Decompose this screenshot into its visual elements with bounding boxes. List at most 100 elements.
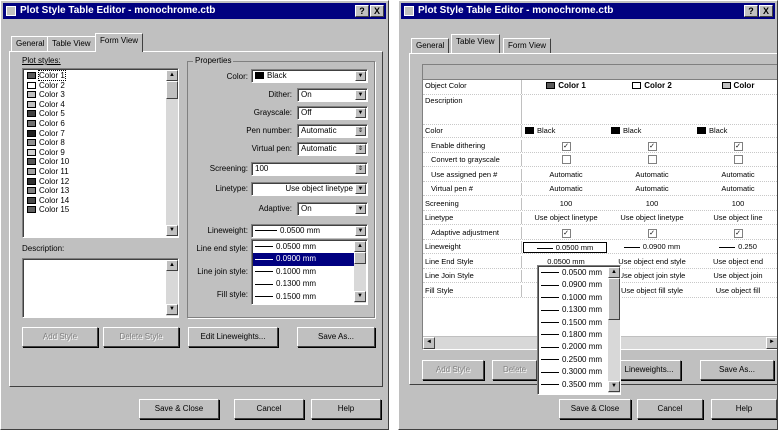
screening-spinner[interactable]: 100 ⇕ [251, 162, 368, 176]
dither-dropdown[interactable]: On ▼ [297, 88, 368, 102]
table-cell[interactable]: Automatic [523, 170, 609, 179]
table-cell[interactable]: ✓ [609, 141, 695, 151]
lineweight-option[interactable]: 0.1800 mm [539, 329, 608, 341]
scroll-thumb[interactable] [354, 252, 366, 264]
scroll-up-button[interactable]: ▲ [608, 267, 620, 278]
add-style-button[interactable]: Add Style [22, 327, 98, 347]
lineweight-option[interactable]: 0.1500 mm [539, 317, 608, 329]
table-cell[interactable]: Automatic [609, 170, 695, 179]
lineweight-option[interactable]: 0.1500 mm [253, 291, 354, 303]
close-title-button[interactable]: X [370, 5, 384, 17]
lineweight-option[interactable]: 0.3000 mm [539, 366, 608, 378]
checkbox[interactable] [561, 155, 571, 164]
close-title-button[interactable]: X [759, 5, 773, 17]
scroll-down-button[interactable]: ▼ [354, 291, 366, 302]
table-cell[interactable]: ✓ [523, 228, 609, 238]
table-cell[interactable]: 100 [523, 199, 609, 208]
table-cell[interactable]: Automatic [695, 170, 777, 179]
lineweight-option[interactable]: 0.0500 mm [253, 241, 354, 253]
plot-style-item[interactable]: Color 10 [25, 157, 163, 167]
column-header-cell[interactable]: Color 2 [609, 81, 695, 90]
table-cell[interactable]: 0.250 [695, 242, 777, 251]
tab-general[interactable]: General [11, 36, 50, 52]
checkbox[interactable] [647, 155, 657, 164]
table-cell[interactable]: Use object fill [695, 286, 777, 295]
checkbox[interactable]: ✓ [561, 228, 571, 238]
checkbox[interactable]: ✓ [647, 228, 657, 238]
table-cell[interactable] [523, 155, 609, 166]
chevron-down-icon[interactable]: ▼ [355, 71, 366, 81]
edit-lineweights-button[interactable]: Lineweights... [617, 360, 681, 380]
table-cell[interactable] [609, 155, 695, 166]
lineweight-dropdown-list[interactable]: 0.0500 mm 0.0900 mm 0.1000 mm 0.1300 mm 0.15… [537, 265, 621, 395]
table-cell[interactable]: Black [609, 126, 695, 135]
plot-style-item[interactable]: Color 12 [25, 177, 163, 187]
tab-table-view[interactable]: Table View [451, 34, 500, 53]
lineweight-dropdown[interactable]: 0.0500 mm ▼ [251, 224, 368, 238]
plot-style-item[interactable]: Color 4 [25, 100, 163, 110]
checkbox[interactable]: ✓ [733, 141, 743, 151]
table-cell[interactable]: Automatic [523, 184, 609, 193]
save-as-button[interactable]: Save As... [297, 327, 375, 347]
scroll-down-button[interactable]: ▼ [608, 381, 620, 392]
lineweight-option[interactable]: 0.2000 mm [539, 341, 608, 353]
plot-style-item[interactable]: Color 5 [25, 109, 163, 119]
cancel-button[interactable]: Cancel [637, 399, 703, 419]
plot-style-item[interactable]: Color 7 [25, 129, 163, 139]
table-cell[interactable]: ✓ [695, 141, 777, 151]
table-cell[interactable]: Use object end style [609, 257, 695, 266]
table-cell[interactable]: Use object fill style [609, 286, 695, 295]
save-close-button[interactable]: Save & Close [559, 399, 631, 419]
grayscale-dropdown[interactable]: Off ▼ [297, 106, 368, 120]
plot-style-item[interactable]: Color 8 [25, 138, 163, 148]
table-cell[interactable]: Black [695, 126, 777, 135]
plot-style-item[interactable]: Color 15 [25, 205, 163, 215]
add-style-button[interactable]: Add Style [422, 360, 484, 380]
cancel-button[interactable]: Cancel [234, 399, 304, 419]
plot-style-item[interactable]: Color 2 [25, 81, 163, 91]
save-as-button[interactable]: Save As... [700, 360, 774, 380]
chevron-down-icon[interactable]: ▼ [355, 108, 366, 118]
plot-styles-scrollbar[interactable]: ▲ ▼ [166, 70, 178, 236]
table-cell[interactable]: Use object linetype [609, 213, 695, 222]
plot-style-item[interactable]: Color 3 [25, 90, 163, 100]
plot-style-item[interactable]: Color 9 [25, 148, 163, 158]
lineweight-option[interactable]: 0.3500 mm [539, 379, 608, 391]
plot-style-item[interactable]: Color 6 [25, 119, 163, 129]
tab-form-view[interactable]: Form View [503, 38, 552, 54]
scroll-thumb[interactable] [166, 81, 178, 99]
plot-style-item[interactable]: Color 1 [25, 70, 163, 81]
table-cell[interactable]: 0.0500 mm [523, 242, 607, 253]
tab-general[interactable]: General [411, 38, 450, 54]
desc-scroll-down[interactable]: ▼ [166, 304, 178, 315]
chevron-down-icon[interactable]: ▼ [355, 184, 366, 194]
lineweight-option[interactable]: 0.0900 mm [253, 253, 354, 266]
table-cell[interactable]: ✓ [609, 228, 695, 238]
scroll-down-button[interactable]: ▼ [166, 225, 178, 236]
color-dropdown[interactable]: Black ▼ [251, 69, 368, 83]
column-header-cell[interactable]: Color 1 [523, 81, 609, 90]
table-cell[interactable] [695, 155, 777, 166]
table-cell[interactable]: ✓ [523, 141, 609, 151]
help-title-button[interactable]: ? [744, 5, 758, 17]
lineweight-list-scrollbar[interactable]: ▲ ▼ [354, 241, 366, 303]
table-cell[interactable]: Automatic [609, 184, 695, 193]
lineweight-dropdown-list[interactable]: 0.0500 mm 0.0900 mm 0.1000 mm 0.1300 mm 0.15… [251, 239, 368, 305]
scroll-up-button[interactable]: ▲ [354, 241, 366, 252]
checkbox[interactable]: ✓ [561, 141, 571, 151]
scroll-right-button[interactable]: ► [766, 337, 777, 349]
adaptive-dropdown[interactable]: On ▼ [297, 202, 368, 216]
linetype-dropdown[interactable]: Use object linetype ▼ [251, 182, 368, 196]
spinner-icon[interactable]: ⇕ [355, 144, 366, 154]
checkbox[interactable]: ✓ [647, 141, 657, 151]
plot-style-item[interactable]: Color 14 [25, 196, 163, 206]
table-cell[interactable]: Use object line [695, 213, 777, 222]
description-scrollbar[interactable]: ▲ ▼ [166, 260, 178, 316]
chevron-down-icon[interactable]: ▼ [355, 90, 366, 100]
desc-scroll-up[interactable]: ▲ [166, 260, 178, 271]
lineweight-option[interactable]: 0.0500 mm [539, 267, 608, 279]
lineweight-option[interactable]: 0.1000 mm [539, 292, 608, 304]
table-cell[interactable]: 100 [609, 199, 695, 208]
table-cell[interactable]: Black [523, 126, 609, 135]
column-header-cell[interactable]: Color [695, 81, 777, 90]
